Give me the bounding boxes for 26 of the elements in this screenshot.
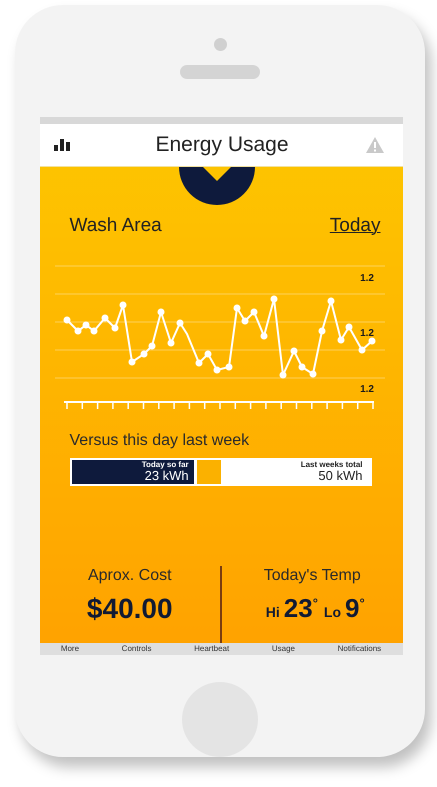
today-value: 23 kWh (144, 469, 189, 484)
axis-label: 1.2 (360, 384, 374, 395)
period-link[interactable]: Today (330, 214, 380, 237)
comparison-title: Versus this day last week (70, 432, 250, 450)
cost-label: Aprox. Cost (88, 566, 172, 585)
tab-label[interactable]: Controls (122, 644, 152, 654)
axis-label: 1.2 (360, 272, 374, 284)
projection-segment (196, 460, 221, 484)
tab-label[interactable]: Heartbeat (194, 644, 230, 654)
axis-label: 1.2 (360, 328, 374, 339)
last-week-label: Last weeks total (300, 460, 362, 470)
today-label: Today so far (142, 460, 189, 470)
section-title: Wash Area (70, 214, 162, 237)
tab-label[interactable]: Usage (272, 644, 295, 654)
camera-dot (214, 38, 226, 51)
last-week-value: 50 kWh (318, 469, 362, 484)
tab-label[interactable]: Notifications (338, 644, 382, 654)
bar-chart-icon[interactable] (54, 138, 70, 151)
lo-label: Lo (324, 604, 342, 620)
cost-value: $40.00 (86, 592, 173, 625)
hi-label: Hi (266, 604, 280, 620)
hi-temp: 23$^{°}$ (284, 592, 318, 624)
lo-temp: 9$^{°}$ (345, 592, 365, 624)
screen-title: Energy Usage (155, 132, 289, 157)
tab-label[interactable]: More (60, 644, 80, 654)
temp-label: Today's Temp (264, 566, 361, 585)
